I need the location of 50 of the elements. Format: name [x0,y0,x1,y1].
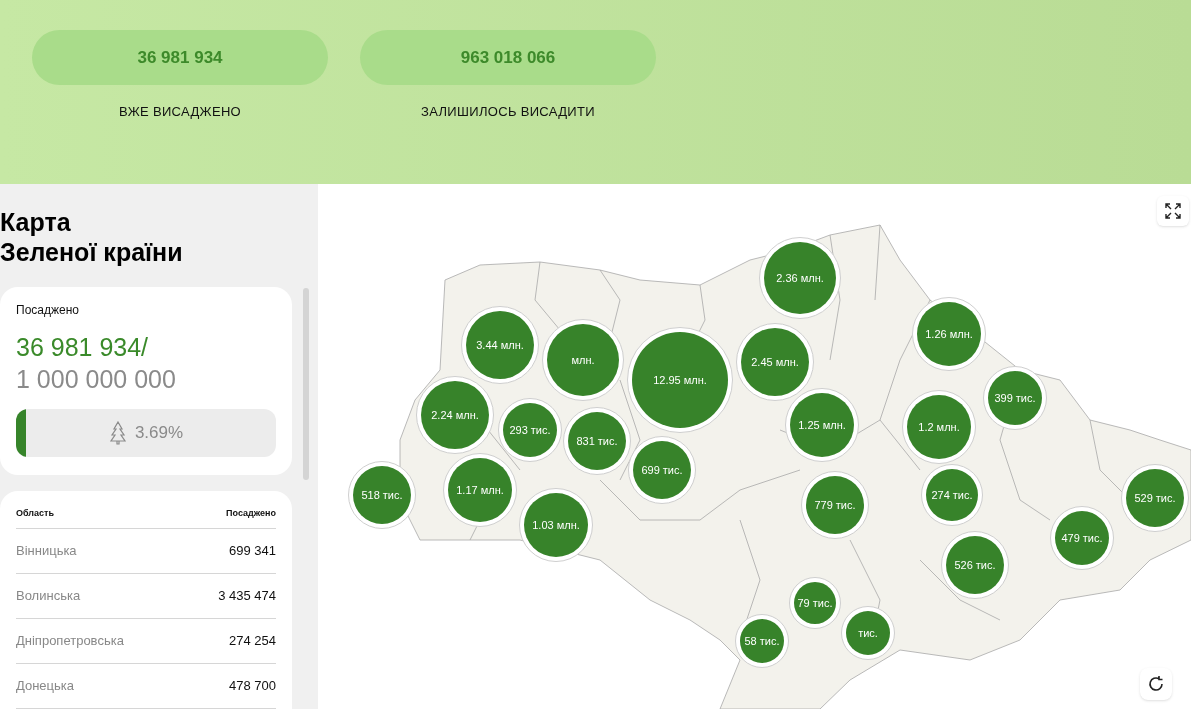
bubble-label: млн. [571,352,595,368]
column-header: Посаджено [226,506,276,520]
bubble-label: 1.26 млн. [925,326,973,342]
reset-button[interactable] [1140,668,1172,700]
region-name: Дніпропетровська [16,632,124,651]
region-name: Волинська [16,587,81,606]
planted-value: 478 700 [229,677,276,696]
progress-percent: 3.69% [134,422,184,445]
planted-value: 699 341 [229,542,276,561]
refresh-icon [1147,675,1165,693]
page-title: Карта Зеленої країни [0,207,184,267]
bubble-label: 518 тис. [361,487,403,503]
bubble-label: 779 тис. [814,497,856,513]
bubble-label: 1.03 млн. [532,517,580,533]
stat-label: ЗАЛИШИЛОСЬ ВИСАДИТИ [421,103,595,121]
bubble-label: 1.25 млн. [798,417,846,433]
bubble-label: 1.17 млн. [456,482,504,498]
bubble-label: 2.45 млн. [751,354,799,370]
bubble-label: 58 тис. [744,633,780,649]
bubble-label: 79 тис. [797,595,833,611]
bubble-label: 293 тис. [509,422,551,438]
bubble-label: 2.24 млн. [431,407,479,423]
bubble-label: 831 тис. [576,433,618,449]
planted-value: 3 435 474 [218,587,276,606]
column-header: Область [16,506,54,520]
map-bubble[interactable]: 518 тис. [348,461,416,529]
bubble-label: 274 тис. [931,487,973,503]
bubble-label: 526 тис. [954,557,996,573]
bubble-label: 3.44 млн. [476,337,524,353]
goal-count: 1 000 000 000 [16,364,177,395]
planted-count: 36 981 934/ [16,332,150,363]
planted-value: 274 254 [229,632,276,651]
tree-icon [108,421,127,445]
bubble-label: 479 тис. [1061,530,1103,546]
bubble-label: тис. [858,625,878,641]
region-name: Донецька [16,677,74,696]
region-name: Вінницька [16,542,77,561]
stat-value: 36 981 934 [32,30,328,85]
fullscreen-button[interactable] [1157,196,1189,226]
bubble-label: 529 тис. [1134,490,1176,506]
bubble-label: 399 тис. [994,390,1036,406]
bubble-label: 699 тис. [641,462,683,478]
scrollbar-thumb[interactable] [303,288,309,480]
summary-label: Посаджено [16,302,80,319]
bubble-label: 2.36 млн. [776,270,824,286]
expand-icon [1165,203,1181,219]
stat-label: ВЖЕ ВИСАДЖЕНО [118,103,242,121]
bubble-label: 12.95 млн. [653,372,707,388]
bubble-label: 1.2 млн. [918,419,960,435]
stat-value: 963 018 066 [360,30,656,85]
